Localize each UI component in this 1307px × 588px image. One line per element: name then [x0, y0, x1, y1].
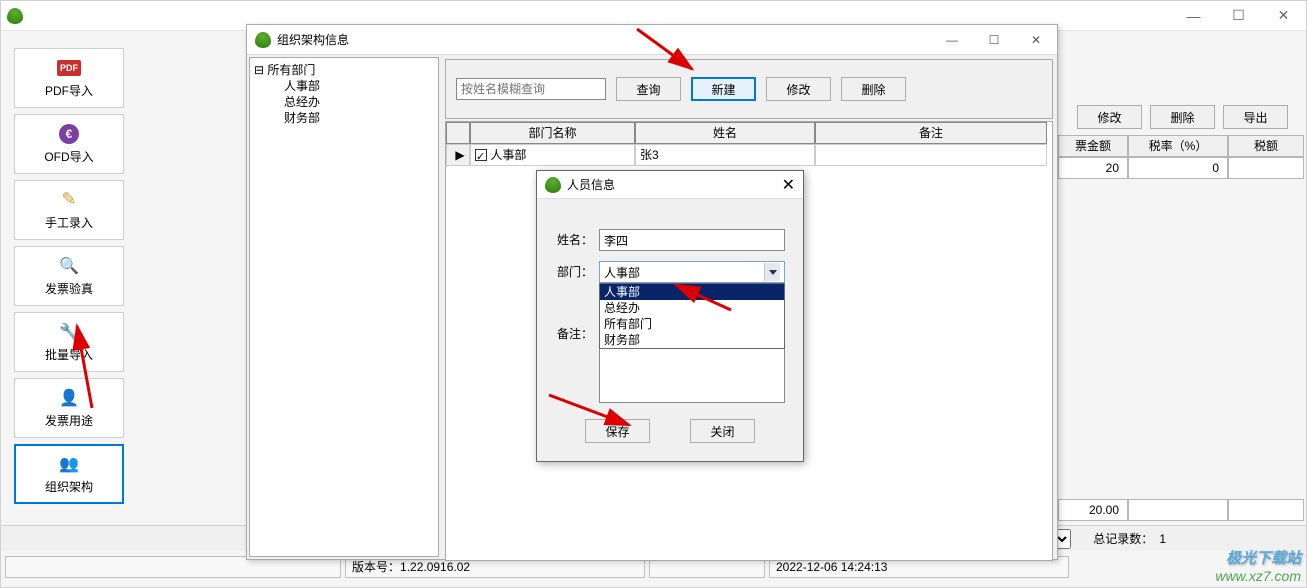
- org-minimize-button[interactable]: ―: [931, 25, 973, 55]
- col-dept: 部门名称: [470, 122, 635, 144]
- maximize-button[interactable]: ☐: [1216, 1, 1261, 31]
- search-input[interactable]: [456, 78, 606, 100]
- cell-amount: 20: [1058, 157, 1128, 179]
- org-dialog-icon: [255, 32, 271, 48]
- col-tax: 税额: [1228, 135, 1304, 157]
- invoice-verify-label: 发票验真: [45, 280, 93, 297]
- right-grid: 票金额 税率（%） 税额 20 0: [1058, 135, 1306, 179]
- tree-item[interactable]: 财务部: [254, 110, 434, 126]
- dept-label: 部门：: [555, 261, 599, 283]
- cell-rate: 0: [1128, 157, 1228, 179]
- total-amount: 20.00: [1058, 499, 1128, 521]
- ofd-import-label: OFD导入: [44, 148, 93, 165]
- note-label: 备注：: [555, 323, 599, 345]
- tree-root[interactable]: ⊟ 所有部门: [254, 62, 434, 78]
- name-input[interactable]: [599, 229, 785, 251]
- tree-expander-icon[interactable]: ⊟: [254, 63, 264, 77]
- cell-tax: [1228, 157, 1304, 179]
- tree-item[interactable]: 人事部: [254, 78, 434, 94]
- person-dialog-icon: [545, 177, 561, 193]
- person-close-button[interactable]: ✕: [782, 175, 795, 195]
- col-rate: 税率（%）: [1128, 135, 1228, 157]
- org-maximize-button[interactable]: ☐: [973, 25, 1015, 55]
- left-toolbar: PDF PDF导入 € OFD导入 手工录入 发票验真 批量导入 发票用途: [1, 35, 251, 517]
- delete-button[interactable]: 删除: [1150, 105, 1215, 129]
- dropdown-item[interactable]: 财务部: [600, 332, 784, 348]
- annotation-arrow: [544, 390, 644, 443]
- watermark-line1: 极光下载站: [1215, 547, 1301, 568]
- app-icon: [7, 8, 23, 24]
- manual-entry-button[interactable]: 手工录入: [14, 180, 124, 240]
- org-dialog-title: 组织架构信息: [277, 31, 349, 48]
- tree-item[interactable]: 总经办: [254, 94, 434, 110]
- close-button[interactable]: ✕: [1261, 1, 1306, 31]
- pen-icon: [57, 190, 81, 210]
- dept-tree[interactable]: ⊟ 所有部门 人事部 总经办 财务部: [249, 57, 439, 557]
- row-dept: 人事部: [490, 148, 526, 162]
- total-value: 1: [1159, 532, 1166, 546]
- row-name: 张3: [635, 144, 815, 166]
- right-action-bar: 修改 删除 导出: [1077, 105, 1288, 129]
- col-name: 姓名: [635, 122, 815, 144]
- col-amount: 票金额: [1058, 135, 1128, 157]
- pdf-import-label: PDF导入: [45, 82, 93, 99]
- minimize-button[interactable]: ―: [1171, 1, 1216, 31]
- person-dialog-title: 人员信息: [567, 176, 615, 193]
- invoice-verify-button[interactable]: 发票验真: [14, 246, 124, 306]
- ofd-icon: €: [59, 124, 79, 144]
- dept-selected: 人事部: [604, 264, 640, 281]
- org-delete-button[interactable]: 删除: [841, 77, 906, 101]
- org-toolbar: 查询 新建 修改 删除: [445, 59, 1053, 119]
- annotation-arrow: [62, 318, 102, 421]
- total-label: 总记录数：: [1093, 530, 1153, 547]
- pdf-icon: PDF: [57, 60, 81, 76]
- org-modify-button[interactable]: 修改: [766, 77, 831, 101]
- annotation-arrow: [666, 275, 746, 318]
- row-note: [815, 144, 1047, 166]
- row-marker-icon: ▶: [446, 144, 470, 166]
- people-icon: [57, 454, 81, 474]
- col-marker: [446, 122, 470, 144]
- total-rate: [1128, 499, 1228, 521]
- total-tax: [1228, 499, 1304, 521]
- watermark-line2: www.xz7.com: [1215, 568, 1301, 584]
- org-structure-label: 组织架构: [45, 478, 93, 495]
- chevron-down-icon[interactable]: [764, 263, 780, 281]
- col-note: 备注: [815, 122, 1047, 144]
- totals-row: 20.00: [1058, 499, 1306, 521]
- watermark: 极光下载站 www.xz7.com: [1215, 547, 1301, 584]
- org-close-button[interactable]: ✕: [1015, 25, 1057, 55]
- modify-button[interactable]: 修改: [1077, 105, 1142, 129]
- dropdown-item[interactable]: 所有部门: [600, 316, 784, 332]
- annotation-arrow: [632, 24, 712, 87]
- person-close-btn[interactable]: 关闭: [690, 419, 755, 443]
- search-icon: [57, 256, 81, 276]
- table-row[interactable]: ▶ 人事部 张3: [446, 144, 1052, 166]
- person-dialog-titlebar: 人员信息 ✕: [537, 171, 803, 199]
- ofd-import-button[interactable]: € OFD导入: [14, 114, 124, 174]
- pdf-import-button[interactable]: PDF PDF导入: [14, 48, 124, 108]
- manual-entry-label: 手工录入: [45, 214, 93, 231]
- export-button[interactable]: 导出: [1223, 105, 1288, 129]
- org-structure-button[interactable]: 组织架构: [14, 444, 124, 504]
- name-label: 姓名：: [555, 229, 599, 251]
- row-checkbox[interactable]: [475, 149, 487, 161]
